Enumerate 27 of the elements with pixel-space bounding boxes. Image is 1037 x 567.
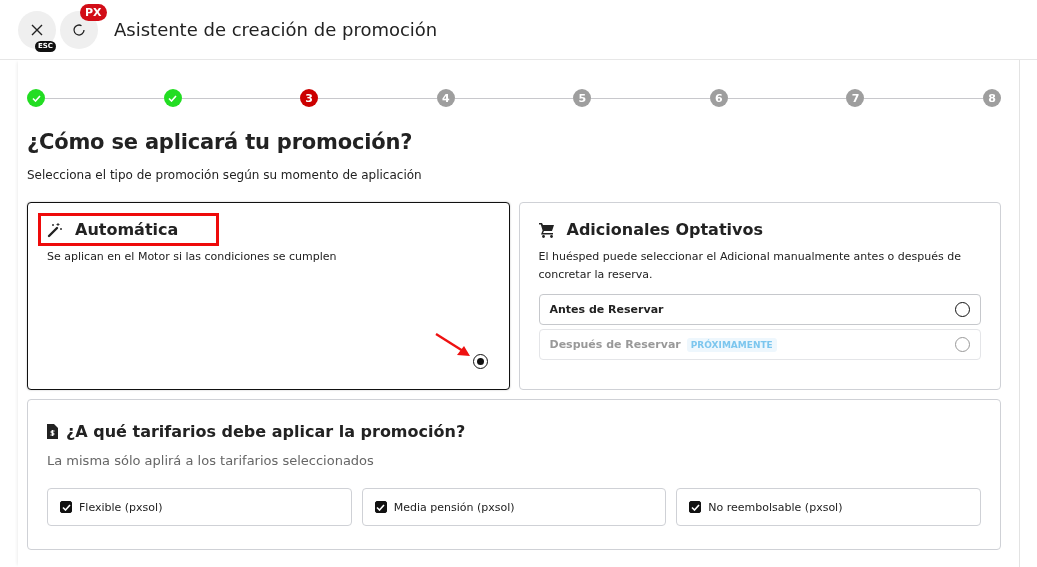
option-card[interactable]: Automática Se aplican en el Motor si las condiciones se cumplen <box>27 202 510 390</box>
close-button[interactable] <box>18 10 56 49</box>
rate-option[interactable]: No reembolsable (pxsol) <box>676 488 981 526</box>
section-title: ¿A qué tarifarios debe aplicar la promoción? <box>66 422 466 441</box>
page-subheading: Selecciona el tipo de promoción según su momento de aplicación <box>27 168 423 182</box>
option-description: Se aplican en el Motor si las condiciones se cumplen <box>47 249 338 265</box>
page-heading: ¿Cómo se aplicará tu promoción? <box>27 130 414 154</box>
coming-soon-badge: PRÓXIMAMENTE <box>686 337 777 352</box>
checkbox[interactable] <box>60 501 72 513</box>
option-description: El huésped puede seleccionar el Adicional manualmente antes o después de concretar la reserva. <box>538 249 963 283</box>
step-indicator[interactable]: 3 <box>300 89 319 107</box>
arrow-drawing <box>434 333 471 359</box>
close-icon <box>31 23 43 36</box>
checkbox[interactable] <box>689 501 702 513</box>
section-description: La misma sólo aplirá a los tarifarios seleccionados <box>47 453 375 468</box>
rate-option[interactable]: Flexible (pxsol) <box>47 488 352 526</box>
cart-icon <box>538 221 555 238</box>
option-title: Automática <box>75 220 179 239</box>
option-title: Adicionales Optativos <box>566 220 763 239</box>
app-badge: PX <box>80 3 107 21</box>
rate-option[interactable]: Media pensión (pxsol) <box>361 488 667 526</box>
refresh-icon <box>72 22 86 37</box>
magic-wand-icon <box>47 221 63 238</box>
checkbox[interactable] <box>374 501 387 513</box>
invoice-icon <box>47 424 58 439</box>
timing-option[interactable]: Antes de Reservar <box>538 294 981 325</box>
window-title: Asistente de creación de promoción <box>114 19 438 40</box>
